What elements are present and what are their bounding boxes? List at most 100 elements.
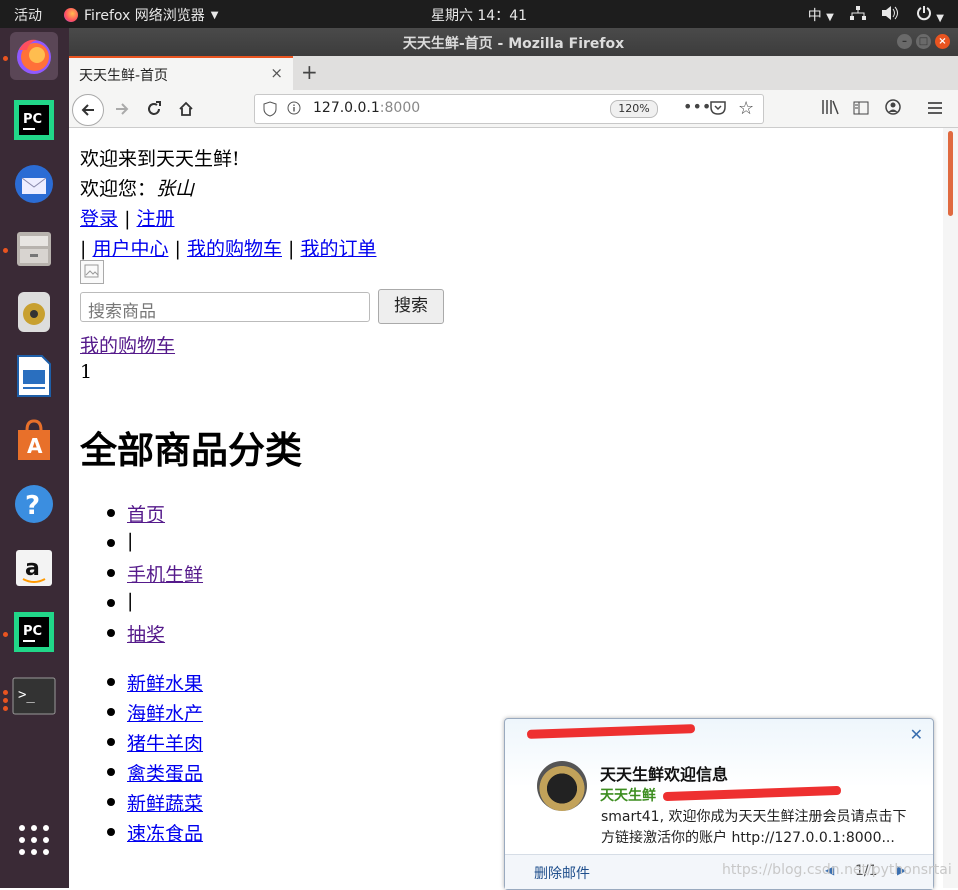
list-item: | [107, 530, 133, 552]
nav-link-lottery[interactable]: 抽奖 [127, 624, 165, 646]
welcome-text: 欢迎来到天天生鲜! [80, 148, 240, 170]
notification-sender: 天天生鲜 [600, 788, 656, 804]
site-info-icon[interactable] [287, 101, 301, 119]
terminal-icon[interactable]: >_ [10, 672, 58, 720]
files-icon[interactable] [10, 224, 58, 272]
gnome-top-bar: 活动 Firefox 网络浏览器 ▼ 星期六 14：41 中 ▼ ▼ [0, 0, 958, 28]
window-title: 天天生鲜-首页 - Mozilla Firefox [402, 36, 625, 52]
home-button[interactable] [173, 96, 199, 122]
broken-logo-image[interactable] [80, 260, 104, 284]
list-item: | [107, 590, 133, 612]
bookmark-star-icon[interactable]: ☆ [738, 98, 754, 119]
window-title-bar[interactable]: 天天生鲜-首页 - Mozilla Firefox – □ × [69, 28, 958, 56]
notification-title: 天天生鲜欢迎信息 [600, 765, 729, 784]
category-item: 海鲜水产 [107, 699, 203, 726]
cart-count: 1 [80, 361, 93, 383]
category-item: 禽类蛋品 [107, 759, 203, 786]
power-icon[interactable]: ▼ [916, 5, 944, 25]
watermark: https://blog.csdn.net/pythonsrtai [722, 862, 952, 878]
close-icon[interactable]: ✕ [910, 725, 923, 744]
tracking-protection-icon[interactable] [263, 101, 277, 121]
rhythmbox-icon[interactable] [10, 288, 58, 336]
notification-body[interactable]: smart41, 欢迎你成为天天生鲜注册会员请点击下方链接激活你的账户 http… [601, 807, 919, 849]
category-link[interactable]: 新鲜水果 [127, 673, 203, 695]
page-actions-icon[interactable]: ••• [683, 97, 711, 116]
svg-text:PC: PC [23, 624, 42, 639]
svg-text:PC: PC [23, 112, 42, 127]
category-link[interactable]: 海鲜水产 [127, 703, 203, 725]
volume-icon[interactable] [881, 6, 900, 24]
category-link[interactable]: 新鲜蔬菜 [127, 793, 203, 815]
tab-home[interactable]: 天天生鲜-首页 × [69, 56, 293, 90]
page-scrollbar[interactable] [943, 128, 958, 888]
my-orders-link[interactable]: 我的订单 [300, 238, 376, 260]
maximize-button[interactable]: □ [916, 34, 931, 49]
activities-button[interactable]: 活动 [14, 5, 42, 25]
search-input[interactable]: 搜索商品 [80, 292, 370, 322]
user-center-link[interactable]: 用户中心 [92, 238, 168, 260]
category-item: 猪牛羊肉 [107, 729, 203, 756]
caret-down-icon: ▼ [210, 9, 219, 21]
user-name: 张山 [156, 178, 195, 200]
search-button[interactable]: 搜索 [378, 289, 444, 324]
new-tab-button[interactable]: + [301, 60, 318, 84]
zoom-indicator[interactable]: 120% [610, 100, 658, 118]
library-icon[interactable] [821, 99, 839, 119]
category-item: 新鲜蔬菜 [107, 789, 203, 816]
libreoffice-impress-icon[interactable] [10, 352, 58, 400]
sidebar-icon[interactable] [853, 100, 869, 119]
redaction-mark [526, 724, 696, 739]
category-link[interactable]: 速冻食品 [127, 823, 203, 845]
pycharm-icon[interactable]: PC [10, 96, 58, 144]
firefox-icon [64, 8, 78, 22]
app-menu[interactable]: Firefox 网络浏览器 ▼ [64, 5, 219, 25]
my-cart-link[interactable]: 我的购物车 [187, 238, 282, 260]
minimize-button[interactable]: – [897, 34, 912, 49]
input-method-indicator[interactable]: 中 ▼ [808, 5, 834, 25]
close-tab-icon[interactable]: × [270, 64, 283, 82]
category-item: 速冻食品 [107, 819, 203, 846]
close-window-button[interactable]: × [935, 34, 950, 49]
back-button[interactable] [72, 94, 104, 126]
help-icon[interactable]: ? [10, 480, 58, 528]
list-item: 抽奖 [107, 620, 165, 647]
show-apps-icon[interactable] [10, 816, 58, 864]
launcher-dock: PC A ? a PC >_ [0, 28, 69, 888]
greeting: 欢迎您：张山 [80, 178, 195, 200]
scrollbar-thumb[interactable] [948, 131, 953, 216]
account-icon[interactable] [885, 99, 901, 119]
register-link[interactable]: 注册 [137, 208, 175, 230]
auth-links: 登录 | 注册 [80, 208, 175, 230]
pycharm-icon[interactable]: PC [10, 608, 58, 656]
url-bar[interactable]: 127.0.0.1:8000 120% ••• ☆ [254, 94, 764, 124]
avatar [537, 761, 587, 811]
url-text[interactable]: 127.0.0.1:8000 [313, 100, 420, 116]
forward-button[interactable] [109, 96, 135, 122]
svg-text:A: A [27, 434, 43, 458]
amazon-icon[interactable]: a [10, 544, 58, 592]
category-link[interactable]: 猪牛羊肉 [127, 733, 203, 755]
clock[interactable]: 星期六 14：41 [431, 8, 527, 24]
nav-link-mobile-fresh[interactable]: 手机生鲜 [127, 564, 203, 586]
login-link[interactable]: 登录 [80, 208, 118, 230]
network-icon[interactable] [849, 6, 866, 24]
thunderbird-icon[interactable] [10, 160, 58, 208]
pocket-icon[interactable] [710, 100, 726, 120]
redaction-mark [662, 785, 842, 802]
svg-text:a: a [25, 556, 40, 581]
list-item: 手机生鲜 [107, 560, 203, 587]
list-item: 首页 [107, 500, 165, 527]
nav-link-home[interactable]: 首页 [127, 504, 165, 526]
ubuntu-software-icon[interactable]: A [10, 416, 58, 464]
svg-text:>_: >_ [18, 687, 35, 703]
cart-link[interactable]: 我的购物车 [80, 335, 175, 357]
reload-button[interactable] [141, 96, 167, 122]
category-link[interactable]: 禽类蛋品 [127, 763, 203, 785]
category-item: 新鲜水果 [107, 669, 203, 696]
app-menu-label: Firefox 网络浏览器 [84, 8, 205, 24]
page-heading: 全部商品分类 [80, 429, 302, 472]
tab-label: 天天生鲜-首页 [79, 68, 169, 84]
firefox-icon[interactable] [10, 32, 58, 80]
menu-icon[interactable] [927, 100, 943, 119]
delete-mail-button[interactable]: 删除邮件 [534, 863, 590, 883]
